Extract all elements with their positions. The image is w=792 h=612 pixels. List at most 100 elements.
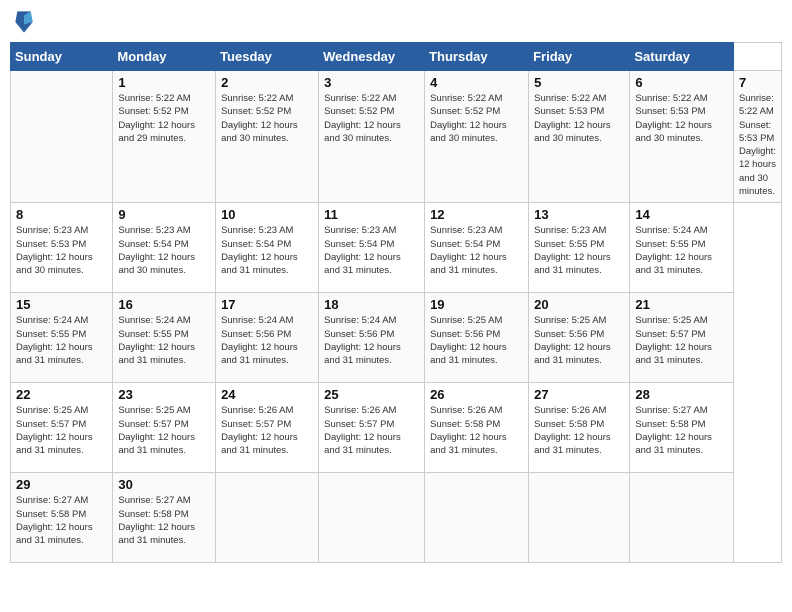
- day-info: Sunrise: 5:22 AMSunset: 5:52 PMDaylight:…: [430, 92, 523, 145]
- calendar-cell: 2Sunrise: 5:22 AMSunset: 5:52 PMDaylight…: [216, 71, 319, 203]
- day-info: Sunrise: 5:23 AMSunset: 5:54 PMDaylight:…: [118, 224, 210, 277]
- calendar-cell: 27 Sunrise: 5:26 AMSunset: 5:58 PMDayligh…: [529, 383, 630, 473]
- day-number: 9: [118, 207, 210, 222]
- calendar-cell: 29 Sunrise: 5:27 AMSunset: 5:58 PMDayligh…: [11, 473, 113, 563]
- day-number: 6: [635, 75, 728, 90]
- day-info: Sunrise: 5:26 AMSunset: 5:58 PMDaylight:…: [534, 404, 624, 457]
- day-info: Sunrise: 5:24 AMSunset: 5:55 PMDaylight:…: [635, 224, 728, 277]
- day-number: 27: [534, 387, 624, 402]
- day-info: Sunrise: 5:22 AMSunset: 5:52 PMDaylight:…: [118, 92, 210, 145]
- day-info: Sunrise: 5:26 AMSunset: 5:57 PMDaylight:…: [324, 404, 419, 457]
- day-number: 26: [430, 387, 523, 402]
- day-info: Sunrise: 5:25 AMSunset: 5:57 PMDaylight:…: [16, 404, 107, 457]
- day-info: Sunrise: 5:23 AMSunset: 5:54 PMDaylight:…: [324, 224, 419, 277]
- day-number: 19: [430, 297, 523, 312]
- calendar-cell: 8 Sunrise: 5:23 AMSunset: 5:53 PMDaylight…: [11, 203, 113, 293]
- calendar-cell: [630, 473, 734, 563]
- weekday-header-sunday: Sunday: [11, 43, 113, 71]
- day-info: Sunrise: 5:26 AMSunset: 5:58 PMDaylight:…: [430, 404, 523, 457]
- day-info: Sunrise: 5:25 AMSunset: 5:57 PMDaylight:…: [635, 314, 728, 367]
- week-row-3: 15 Sunrise: 5:24 AMSunset: 5:55 PMDayligh…: [11, 293, 782, 383]
- day-info: Sunrise: 5:23 AMSunset: 5:54 PMDaylight:…: [221, 224, 313, 277]
- day-number: 17: [221, 297, 313, 312]
- calendar-cell: 28 Sunrise: 5:27 AMSunset: 5:58 PMDayligh…: [630, 383, 734, 473]
- day-number: 1: [118, 75, 210, 90]
- calendar-cell: 25 Sunrise: 5:26 AMSunset: 5:57 PMDayligh…: [319, 383, 425, 473]
- day-info: Sunrise: 5:23 AMSunset: 5:54 PMDaylight:…: [430, 224, 523, 277]
- day-number: 16: [118, 297, 210, 312]
- day-number: 22: [16, 387, 107, 402]
- day-number: 28: [635, 387, 728, 402]
- day-info: Sunrise: 5:27 AMSunset: 5:58 PMDaylight:…: [118, 494, 210, 547]
- day-number: 29: [16, 477, 107, 492]
- calendar-cell: 18 Sunrise: 5:24 AMSunset: 5:56 PMDayligh…: [319, 293, 425, 383]
- day-number: 7: [739, 75, 776, 90]
- day-number: 15: [16, 297, 107, 312]
- day-info: Sunrise: 5:25 AMSunset: 5:56 PMDaylight:…: [430, 314, 523, 367]
- day-info: Sunrise: 5:23 AMSunset: 5:53 PMDaylight:…: [16, 224, 107, 277]
- day-number: 10: [221, 207, 313, 222]
- calendar-cell: 26 Sunrise: 5:26 AMSunset: 5:58 PMDayligh…: [425, 383, 529, 473]
- calendar-cell: 21 Sunrise: 5:25 AMSunset: 5:57 PMDayligh…: [630, 293, 734, 383]
- calendar-cell: 3 Sunrise: 5:22 AMSunset: 5:52 PMDaylight…: [319, 71, 425, 203]
- week-row-4: 22 Sunrise: 5:25 AMSunset: 5:57 PMDayligh…: [11, 383, 782, 473]
- day-info: Sunrise: 5:27 AMSunset: 5:58 PMDaylight:…: [16, 494, 107, 547]
- day-number: 12: [430, 207, 523, 222]
- day-info: Sunrise: 5:22 AMSunset: 5:53 PMDaylight:…: [739, 92, 776, 198]
- day-number: 11: [324, 207, 419, 222]
- calendar-cell: [319, 473, 425, 563]
- calendar-cell: 30 Sunrise: 5:27 AMSunset: 5:58 PMDayligh…: [113, 473, 216, 563]
- weekday-header-tuesday: Tuesday: [216, 43, 319, 71]
- day-number: 18: [324, 297, 419, 312]
- calendar-cell: 19 Sunrise: 5:25 AMSunset: 5:56 PMDayligh…: [425, 293, 529, 383]
- day-number: 30: [118, 477, 210, 492]
- day-number: 8: [16, 207, 107, 222]
- week-row-1: 1 Sunrise: 5:22 AMSunset: 5:52 PMDaylight…: [11, 71, 782, 203]
- calendar-cell: 17 Sunrise: 5:24 AMSunset: 5:56 PMDayligh…: [216, 293, 319, 383]
- calendar-cell: 10 Sunrise: 5:23 AMSunset: 5:54 PMDayligh…: [216, 203, 319, 293]
- header: [10, 10, 782, 34]
- calendar-cell: 22 Sunrise: 5:25 AMSunset: 5:57 PMDayligh…: [11, 383, 113, 473]
- day-number: 24: [221, 387, 313, 402]
- day-number: 23: [118, 387, 210, 402]
- day-info: Sunrise: 5:24 AMSunset: 5:56 PMDaylight:…: [221, 314, 313, 367]
- calendar-cell: [216, 473, 319, 563]
- day-number: 5: [534, 75, 624, 90]
- weekday-header-friday: Friday: [529, 43, 630, 71]
- weekday-header-row: SundayMondayTuesdayWednesdayThursdayFrid…: [11, 43, 782, 71]
- calendar-cell: 6Sunrise: 5:22 AMSunset: 5:53 PMDaylight…: [630, 71, 734, 203]
- calendar-cell: 5Sunrise: 5:22 AMSunset: 5:53 PMDaylight…: [529, 71, 630, 203]
- day-number: 4: [430, 75, 523, 90]
- day-info: Sunrise: 5:26 AMSunset: 5:57 PMDaylight:…: [221, 404, 313, 457]
- calendar-cell: [529, 473, 630, 563]
- day-info: Sunrise: 5:24 AMSunset: 5:56 PMDaylight:…: [324, 314, 419, 367]
- calendar-cell: 4 Sunrise: 5:22 AMSunset: 5:52 PMDaylight…: [425, 71, 529, 203]
- day-number: 21: [635, 297, 728, 312]
- calendar-cell: 13Sunrise: 5:23 AMSunset: 5:55 PMDayligh…: [529, 203, 630, 293]
- day-info: Sunrise: 5:22 AMSunset: 5:52 PMDaylight:…: [324, 92, 419, 145]
- calendar-cell: 24 Sunrise: 5:26 AMSunset: 5:57 PMDayligh…: [216, 383, 319, 473]
- calendar-cell: 11 Sunrise: 5:23 AMSunset: 5:54 PMDayligh…: [319, 203, 425, 293]
- calendar-cell: 15 Sunrise: 5:24 AMSunset: 5:55 PMDayligh…: [11, 293, 113, 383]
- logo: [14, 10, 36, 34]
- calendar-cell: [425, 473, 529, 563]
- calendar-cell: 7 Sunrise: 5:22 AMSunset: 5:53 PMDaylight…: [733, 71, 781, 203]
- day-number: 2: [221, 75, 313, 90]
- weekday-header-wednesday: Wednesday: [319, 43, 425, 71]
- day-info: Sunrise: 5:25 AMSunset: 5:57 PMDaylight:…: [118, 404, 210, 457]
- calendar-cell: 1 Sunrise: 5:22 AMSunset: 5:52 PMDaylight…: [113, 71, 216, 203]
- day-number: 3: [324, 75, 419, 90]
- day-info: Sunrise: 5:24 AMSunset: 5:55 PMDaylight:…: [118, 314, 210, 367]
- calendar-cell: 16 Sunrise: 5:24 AMSunset: 5:55 PMDayligh…: [113, 293, 216, 383]
- day-number: 13: [534, 207, 624, 222]
- day-number: 14: [635, 207, 728, 222]
- week-row-5: 29 Sunrise: 5:27 AMSunset: 5:58 PMDayligh…: [11, 473, 782, 563]
- day-info: Sunrise: 5:27 AMSunset: 5:58 PMDaylight:…: [635, 404, 728, 457]
- weekday-header-saturday: Saturday: [630, 43, 734, 71]
- day-number: 25: [324, 387, 419, 402]
- calendar-cell: 12 Sunrise: 5:23 AMSunset: 5:54 PMDayligh…: [425, 203, 529, 293]
- calendar-cell: 23 Sunrise: 5:25 AMSunset: 5:57 PMDayligh…: [113, 383, 216, 473]
- day-info: Sunrise: 5:24 AMSunset: 5:55 PMDaylight:…: [16, 314, 107, 367]
- calendar-cell: 14 Sunrise: 5:24 AMSunset: 5:55 PMDayligh…: [630, 203, 734, 293]
- calendar-table: SundayMondayTuesdayWednesdayThursdayFrid…: [10, 42, 782, 563]
